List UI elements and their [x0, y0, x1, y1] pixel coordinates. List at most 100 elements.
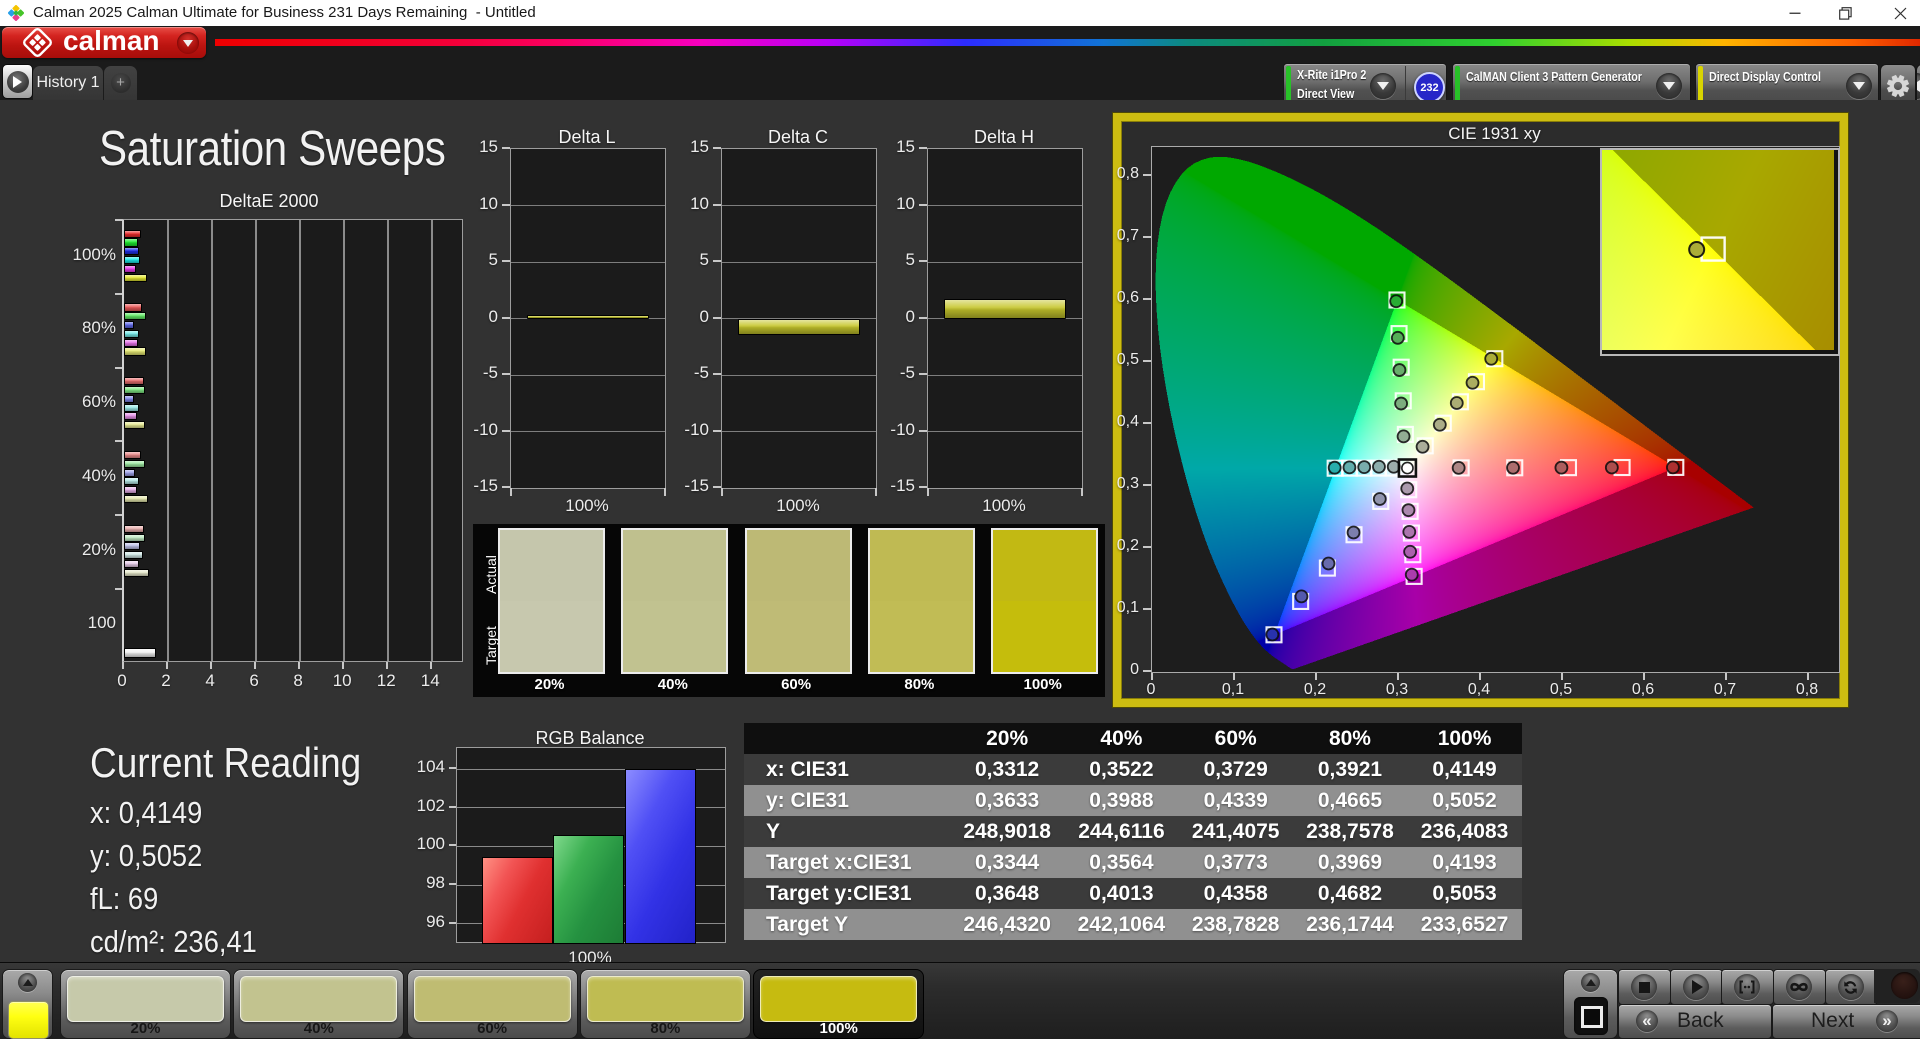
meter-dropdown-arrow-icon[interactable] [1370, 73, 1396, 99]
y-tick-label: 10 [896, 193, 915, 213]
saturation-swatch-button-20%[interactable]: 20% [60, 969, 231, 1039]
play-button[interactable] [1669, 969, 1723, 1005]
y-tick-label: 0,5 [1116, 351, 1139, 368]
workflow-nav-button[interactable] [2, 64, 33, 99]
y-tick-label: 15 [479, 137, 498, 156]
close-button[interactable] [1878, 0, 1920, 26]
y-tick-label: 0,3 [1116, 475, 1139, 492]
current-reading-cdm2: cd/m²: 236,41 [90, 924, 257, 959]
minimize-button[interactable] [1773, 0, 1817, 26]
deltae-bar-yellow [124, 347, 146, 356]
restore-button[interactable] [1823, 0, 1867, 26]
deltae-bar-white [124, 648, 156, 658]
actual-target-swatch-strip: Actual Target 20% 40% 60% 80% 100% [473, 524, 1105, 697]
table-cell: 0,3988 [1089, 788, 1154, 812]
saturation-swatch-button-60%[interactable]: 60% [406, 969, 578, 1039]
y-tick [115, 292, 122, 295]
y-tick [449, 844, 456, 847]
continuous-button[interactable] [1773, 969, 1827, 1005]
y-tick-label: 0,4 [1116, 413, 1139, 430]
x-tick-label: 0,3 [1385, 681, 1409, 698]
refresh-button[interactable] [1824, 969, 1878, 1005]
table-cell: 0,4682 [1317, 881, 1383, 905]
deltae-bar-yellow [124, 421, 146, 430]
deltae-bar-blue [124, 394, 135, 403]
table-cell: 238,7828 [1191, 912, 1280, 936]
swatch-target [869, 601, 973, 672]
swatch-color [413, 976, 571, 1022]
source-dropdown-arrow-icon[interactable] [1656, 73, 1682, 99]
deltae-bar-blue [124, 468, 135, 477]
measure-button[interactable] [1721, 969, 1775, 1005]
delta_l-bar [527, 314, 649, 320]
table-cell: 0,3564 [1089, 850, 1154, 874]
table-row-label: Target Y [766, 912, 849, 936]
deltae-bar-red [124, 450, 141, 460]
y-tick-label: 0 [1130, 661, 1139, 678]
continuous-icon [1786, 974, 1813, 1000]
x-tick-label: 0,7 [1713, 681, 1737, 698]
current-color-swatch[interactable] [8, 1001, 49, 1039]
cie-inset-zoom [1600, 148, 1840, 356]
deltae-bar-magenta [124, 338, 138, 347]
swatch-color [67, 976, 224, 1022]
saturation-swatch-button-40%[interactable]: 40% [233, 969, 405, 1039]
swatch-target [500, 601, 603, 672]
cie1931-panel[interactable]: CIE 1931 xy 0 0,1 0,2 0,3 0,4 0,5 0,6 0,7 0,8 0 0,1… [1112, 112, 1849, 708]
gridline [167, 220, 169, 661]
swatch-target [746, 601, 850, 672]
deltae-bar-red [124, 303, 143, 312]
gridline [928, 374, 1082, 376]
y-tick [713, 260, 721, 262]
back-button[interactable]: « Back [1618, 1004, 1772, 1039]
calman-menu-button[interactable]: calman [2, 25, 206, 58]
deltae-bar-blue [124, 321, 135, 330]
x-tick-label: 6 [249, 671, 259, 690]
y-tick-label: -15 [890, 476, 915, 495]
stop-button[interactable] [1618, 969, 1671, 1005]
calman-app-window: Calman 2025 Calman Ultimate for Business… [0, 0, 1920, 1039]
table-header-cell: 20% [986, 726, 1029, 750]
x-tick [1643, 673, 1645, 680]
y-tick [502, 203, 510, 206]
x-tick-label: 10 [332, 671, 352, 690]
y-tick [1143, 484, 1151, 486]
gridline [511, 374, 665, 376]
saturation-swatch-button-80%[interactable]: 80% [579, 969, 751, 1039]
swatch-actual [623, 530, 727, 601]
rgb-balance-plot [456, 747, 726, 944]
gridline [299, 220, 302, 661]
x-tick [1397, 673, 1399, 680]
y-tick-label: 98 [426, 873, 445, 893]
table-cell: 0,3522 [1089, 757, 1154, 781]
table-row: Y 248,9018 244,6116 241,4075 238,7578 236,408… [744, 816, 1522, 847]
x-tick [1561, 673, 1563, 680]
x-tick-label: 0,6 [1631, 681, 1655, 698]
display-dropdown-arrow-icon[interactable] [1846, 73, 1872, 99]
x-tick [298, 662, 301, 669]
x-tick [254, 662, 257, 669]
next-button[interactable]: Next » [1772, 1004, 1920, 1039]
deltae-bar-green [124, 312, 146, 321]
expand-pattern-button[interactable] [1581, 973, 1600, 992]
expand-colors-button[interactable] [18, 973, 37, 992]
gridline [928, 261, 1082, 263]
table-row-label: Target x:CIE31 [766, 850, 912, 874]
table-cell: 0,3344 [975, 850, 1040, 874]
saturation-swatch-button-100%[interactable]: 100% [753, 969, 925, 1039]
bottom-bar: 20% 40% 60% 80% 100% « Back Next » [0, 962, 1920, 1039]
x-tick [927, 488, 929, 496]
swatch-label: 100% [1023, 676, 1062, 693]
y-tick-label: 0,6 [1116, 289, 1139, 306]
pattern-window-button[interactable] [1574, 997, 1608, 1035]
y-tick [502, 486, 510, 488]
y-tick [713, 316, 721, 319]
y-tick-label: 0 [699, 306, 709, 326]
add-tab-button[interactable]: + [104, 66, 137, 100]
y-tick [449, 921, 456, 924]
x-tick-label: 8 [293, 671, 303, 690]
deltae-bar-cyan [124, 551, 144, 560]
tab-history-1[interactable]: History 1 [33, 66, 103, 100]
x-tick-label: 0 [117, 671, 127, 690]
title-bar: Calman 2025 Calman Ultimate for Business… [0, 0, 1920, 26]
